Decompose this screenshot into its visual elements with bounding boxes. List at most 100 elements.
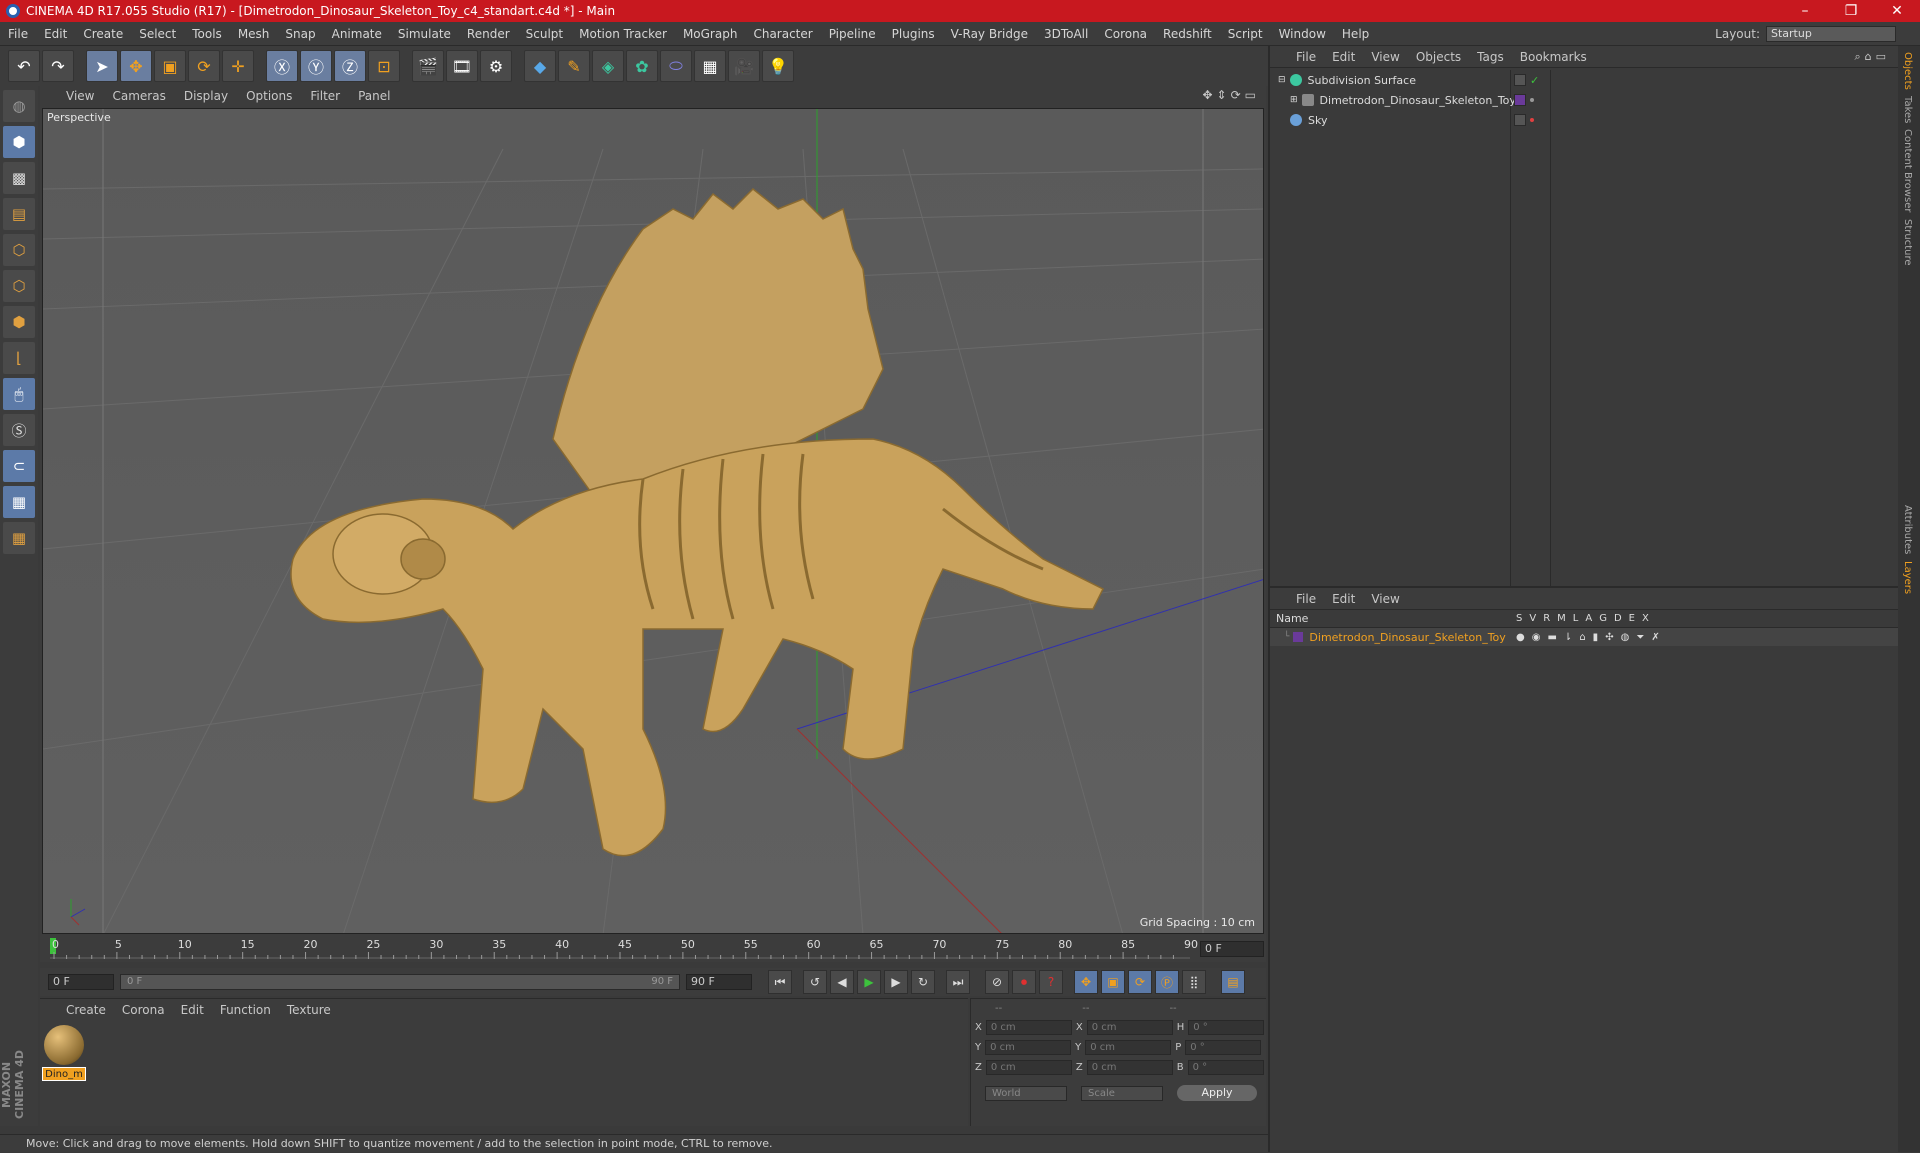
timeline-window-icon[interactable]: ▤: [1221, 970, 1245, 994]
menu-vray-bridge[interactable]: V-Ray Bridge: [943, 27, 1036, 41]
menu-render[interactable]: Render: [459, 27, 518, 41]
deformer-flag-icon[interactable]: ◍: [1621, 632, 1630, 643]
previous-key-icon[interactable]: ↺: [803, 970, 827, 994]
menu-mesh[interactable]: Mesh: [230, 27, 278, 41]
xref-flag-icon[interactable]: ✗: [1651, 632, 1659, 643]
menu-mograph[interactable]: MoGraph: [675, 27, 746, 41]
viewport-menu-panel[interactable]: Panel: [358, 89, 390, 103]
record-keys-icon[interactable]: ⏺: [1012, 970, 1036, 994]
menu-sculpt[interactable]: Sculpt: [518, 27, 571, 41]
menu-character[interactable]: Character: [745, 27, 820, 41]
generator-flag-icon[interactable]: ✣: [1605, 632, 1613, 643]
layer-col-manager[interactable]: M: [1557, 613, 1566, 624]
start-frame-field[interactable]: 0 F: [48, 974, 114, 990]
workplane-lock-icon[interactable]: ▦: [3, 486, 35, 518]
layer-col-solo[interactable]: S: [1516, 613, 1522, 624]
points-mode-icon[interactable]: ⬡: [3, 234, 35, 266]
size-z-field[interactable]: 0 cm: [1086, 1059, 1173, 1075]
menu-plugins[interactable]: Plugins: [884, 27, 943, 41]
viewport-menu-filter[interactable]: Filter: [310, 89, 340, 103]
layer-color-swatch[interactable]: [1293, 632, 1304, 642]
current-frame-field[interactable]: 0 F: [1200, 941, 1264, 957]
object-row[interactable]: ⊟ Subdivision Surface ✓: [1270, 70, 1900, 90]
deformer-icon[interactable]: ⬭: [660, 50, 692, 82]
visibility-dot-icon[interactable]: [1530, 118, 1534, 122]
frame-range-slider[interactable]: 0 F 90 F: [120, 974, 680, 990]
viewport-menu-view[interactable]: View: [66, 89, 94, 103]
expand-toggle-icon[interactable]: ⊟: [1278, 75, 1286, 85]
layer-col-animation[interactable]: A: [1585, 613, 1592, 624]
menu-snap[interactable]: Snap: [277, 27, 323, 41]
texture-mode-icon[interactable]: ▩: [3, 162, 35, 194]
layer-col-locked[interactable]: L: [1573, 613, 1579, 624]
play-icon[interactable]: ▶: [857, 970, 881, 994]
z-axis-lock-icon[interactable]: Ⓩ: [334, 50, 366, 82]
tab-layers[interactable]: Layers: [1902, 561, 1913, 594]
expression-flag-icon[interactable]: ⏷: [1636, 632, 1644, 643]
layer-tag-icon[interactable]: [1514, 73, 1526, 86]
layer-col-xref[interactable]: X: [1642, 613, 1649, 624]
transform-tool-icon[interactable]: ✛: [222, 50, 254, 82]
material-thumbnail[interactable]: Dino_m: [42, 1025, 86, 1081]
rotation-h-field[interactable]: 0 °: [1188, 1019, 1265, 1035]
move-tool-icon[interactable]: ✥: [120, 50, 152, 82]
material-menu-texture[interactable]: Texture: [287, 1003, 331, 1017]
layer-color-icon[interactable]: [1514, 94, 1526, 106]
workplane-mode-icon[interactable]: ▤: [3, 198, 35, 230]
previous-frame-icon[interactable]: ◀: [830, 970, 854, 994]
objects-menu-bookmarks[interactable]: Bookmarks: [1520, 50, 1587, 64]
rotate-tool-icon[interactable]: ⟳: [188, 50, 220, 82]
light-icon[interactable]: 💡: [762, 50, 794, 82]
viewport-menu-cameras[interactable]: Cameras: [112, 89, 165, 103]
viewport-menu-options[interactable]: Options: [246, 89, 292, 103]
objects-menu-objects[interactable]: Objects: [1416, 50, 1461, 64]
cloner-icon[interactable]: ✿: [626, 50, 658, 82]
layer-col-deformers[interactable]: D: [1614, 613, 1622, 624]
next-key-icon[interactable]: ↻: [911, 970, 935, 994]
autokey-icon[interactable]: ?: [1039, 970, 1063, 994]
material-menu-edit[interactable]: Edit: [181, 1003, 204, 1017]
layer-row[interactable]: └ Dimetrodon_Dinosaur_Skeleton_Toy ● ◉ ▬…: [1270, 628, 1900, 646]
layers-menu-file[interactable]: File: [1296, 592, 1316, 606]
go-to-start-icon[interactable]: ⏮: [768, 970, 792, 994]
viewport-nav-icons[interactable]: ✥⇕⟳▭: [1202, 88, 1260, 102]
solo-flag-icon[interactable]: ●: [1516, 632, 1525, 643]
timeline-ruler[interactable]: 0 5 10 15 20 25 30 35 40 45 50 55 60 65 70 75 80 85 90 0 F: [40, 936, 1266, 962]
objects-menu-edit[interactable]: Edit: [1332, 50, 1355, 64]
menu-animate[interactable]: Animate: [324, 27, 390, 41]
view-flag-icon[interactable]: ◉: [1532, 632, 1541, 643]
scale-tool-icon[interactable]: ▣: [154, 50, 186, 82]
key-rotation-icon[interactable]: ⟳: [1128, 970, 1152, 994]
3d-viewport[interactable]: Perspective Grid Spacing : 10 cm: [42, 108, 1264, 934]
menu-create[interactable]: Create: [75, 27, 131, 41]
menu-simulate[interactable]: Simulate: [390, 27, 459, 41]
layout-select[interactable]: Startup: [1766, 25, 1896, 42]
layer-col-view[interactable]: V: [1529, 613, 1536, 624]
rotation-b-field[interactable]: 0 °: [1187, 1059, 1264, 1075]
close-button[interactable]: ✕: [1874, 3, 1920, 19]
key-pla-icon[interactable]: ⣿: [1182, 970, 1206, 994]
model-mode-icon[interactable]: ⬢: [3, 126, 35, 158]
position-z-field[interactable]: 0 cm: [985, 1059, 1072, 1075]
object-row[interactable]: ⊞ Dimetrodon_Dinosaur_Skeleton_Toy: [1270, 90, 1900, 110]
object-manager-nav-icons[interactable]: ⌕⌂▭: [1854, 50, 1890, 64]
tab-takes[interactable]: Takes: [1902, 96, 1913, 123]
snap-magnet-icon[interactable]: ⊂: [3, 450, 35, 482]
end-frame-field[interactable]: 90 F: [686, 974, 752, 990]
solo-mode-icon[interactable]: Ⓢ: [3, 414, 35, 446]
position-x-field[interactable]: 0 cm: [985, 1019, 1072, 1035]
render-view-icon[interactable]: 🎬: [412, 50, 444, 82]
layer-tag-icon[interactable]: [1514, 114, 1526, 126]
key-parameter-icon[interactable]: Ⓟ: [1155, 970, 1179, 994]
maximize-button[interactable]: ❐: [1828, 3, 1874, 19]
position-y-field[interactable]: 0 cm: [985, 1039, 1072, 1055]
layers-menu-edit[interactable]: Edit: [1332, 592, 1355, 606]
visibility-dot-icon[interactable]: [1530, 98, 1534, 102]
make-editable-icon[interactable]: ◍: [3, 90, 35, 122]
menu-file[interactable]: File: [0, 27, 36, 41]
menu-edit[interactable]: Edit: [36, 27, 75, 41]
menu-corona[interactable]: Corona: [1096, 27, 1155, 41]
render-flag-icon[interactable]: ▬: [1547, 632, 1556, 643]
rotation-p-field[interactable]: 0 °: [1185, 1039, 1262, 1055]
layer-col-expressions[interactable]: E: [1629, 613, 1635, 624]
